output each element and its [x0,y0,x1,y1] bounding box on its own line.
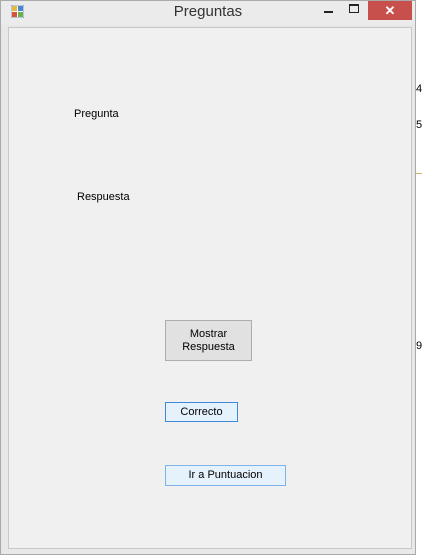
background-window-text: 5 [416,119,422,131]
maximize-icon[interactable] [341,1,367,21]
close-icon[interactable]: ✕ [368,1,412,20]
form-client-area: Pregunta Respuesta Mostrar Respuesta Cor… [8,27,412,549]
go-to-score-button[interactable]: Ir a Puntuacion [165,465,286,486]
question-label: Pregunta [74,108,119,120]
show-answer-button[interactable]: Mostrar Respuesta [165,320,252,361]
background-window-text: 9 [416,340,422,352]
answer-label: Respuesta [77,191,130,203]
minimize-icon[interactable] [315,1,341,21]
preguntas-window: Preguntas ✕ Pregunta Respuesta Mostrar R… [0,0,416,555]
correct-button[interactable]: Correcto [165,402,238,422]
title-bar[interactable]: Preguntas ✕ [1,1,415,25]
background-window-divider [416,173,422,174]
background-window-text: 4 [416,83,422,95]
